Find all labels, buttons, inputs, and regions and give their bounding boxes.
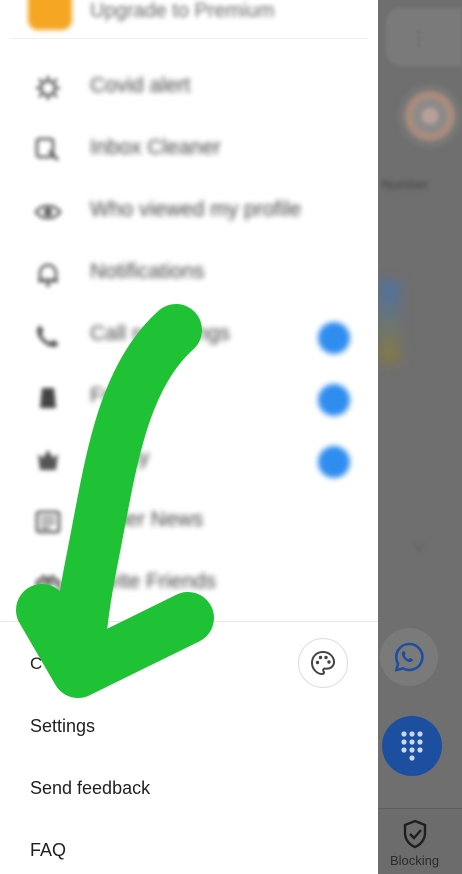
tab-blocking-label: Blocking [390,853,440,868]
menu-item-label: Inbox Cleaner [90,136,221,159]
bell-icon [38,263,58,287]
menu-item-invite-friends[interactable]: Invite Friends [0,554,378,614]
dialpad-icon [401,731,423,761]
menu-item-fraud[interactable]: Fraud [0,368,378,428]
eye-icon [34,204,62,220]
contact-name: Number [382,177,429,192]
premium-label: Upgrade to Premium [90,0,275,22]
menu-item-label: Caller News [90,508,204,531]
premium-crown-icon [28,0,72,30]
news-icon [35,510,61,534]
send-feedback-item[interactable]: Send feedback [30,778,150,799]
dialpad-button[interactable] [382,716,442,776]
chevron-down-icon[interactable]: ˅ [414,538,425,559]
menu-item-who-viewed-profile[interactable]: Who viewed my profile [0,182,378,242]
menu-item-label: Invite Friends [90,570,217,593]
shield-icon [38,450,58,470]
virus-icon [36,76,60,100]
menu-item-inbox-cleaner[interactable]: Inbox Cleaner [0,120,378,180]
contact-avatar[interactable] [398,84,462,148]
more-options-icon[interactable]: ⋮ [410,28,428,49]
new-badge [318,446,350,478]
whatsapp-icon [394,642,424,672]
faq-item[interactable]: FAQ [30,840,66,861]
menu-item-safety[interactable]: Safety [0,430,378,490]
menu-item-label: Covid alert [90,74,191,97]
menu-item-caller-news[interactable]: Caller News [0,492,378,552]
blurred-contact-item [378,282,400,362]
tab-blocking[interactable] [402,819,428,854]
menu-item-call-recordings[interactable]: Call recordings [0,306,378,366]
menu-item-label: Call recordings [90,322,231,345]
bottom-nav: Blocking [378,808,462,874]
search-bar[interactable]: ⋮ [386,8,462,66]
shield-icon [403,819,427,849]
menu-item-label: Fraud [90,384,145,407]
invite-icon [35,575,61,596]
palette-icon [310,650,336,676]
upgrade-premium-item[interactable]: Upgrade to Premium [10,0,368,39]
fraud-icon [40,388,56,408]
new-badge [318,322,350,354]
menu-item-covid-alert[interactable]: Covid alert [0,58,378,118]
theme-palette-button[interactable] [298,638,348,688]
divider [0,621,378,622]
menu-item-notifications[interactable]: Notifications [0,244,378,304]
inbox-cleaner-icon [35,137,60,162]
navigation-drawer: Upgrade to Premium Covid alert Inbox Cle… [0,0,378,874]
whatsapp-call-button[interactable] [380,628,438,686]
menu-item-label: Who viewed my profile [90,198,302,221]
theme-row[interactable]: C [0,634,378,692]
new-badge [318,384,350,416]
background-app: ⋮ Number ˅ Blocking [378,0,462,874]
settings-item[interactable]: Settings [30,716,95,737]
menu-item-label: Safety [90,446,150,469]
menu-item-label: Notifications [90,260,205,283]
theme-label: C [30,654,43,673]
call-recording-icon [37,326,58,347]
